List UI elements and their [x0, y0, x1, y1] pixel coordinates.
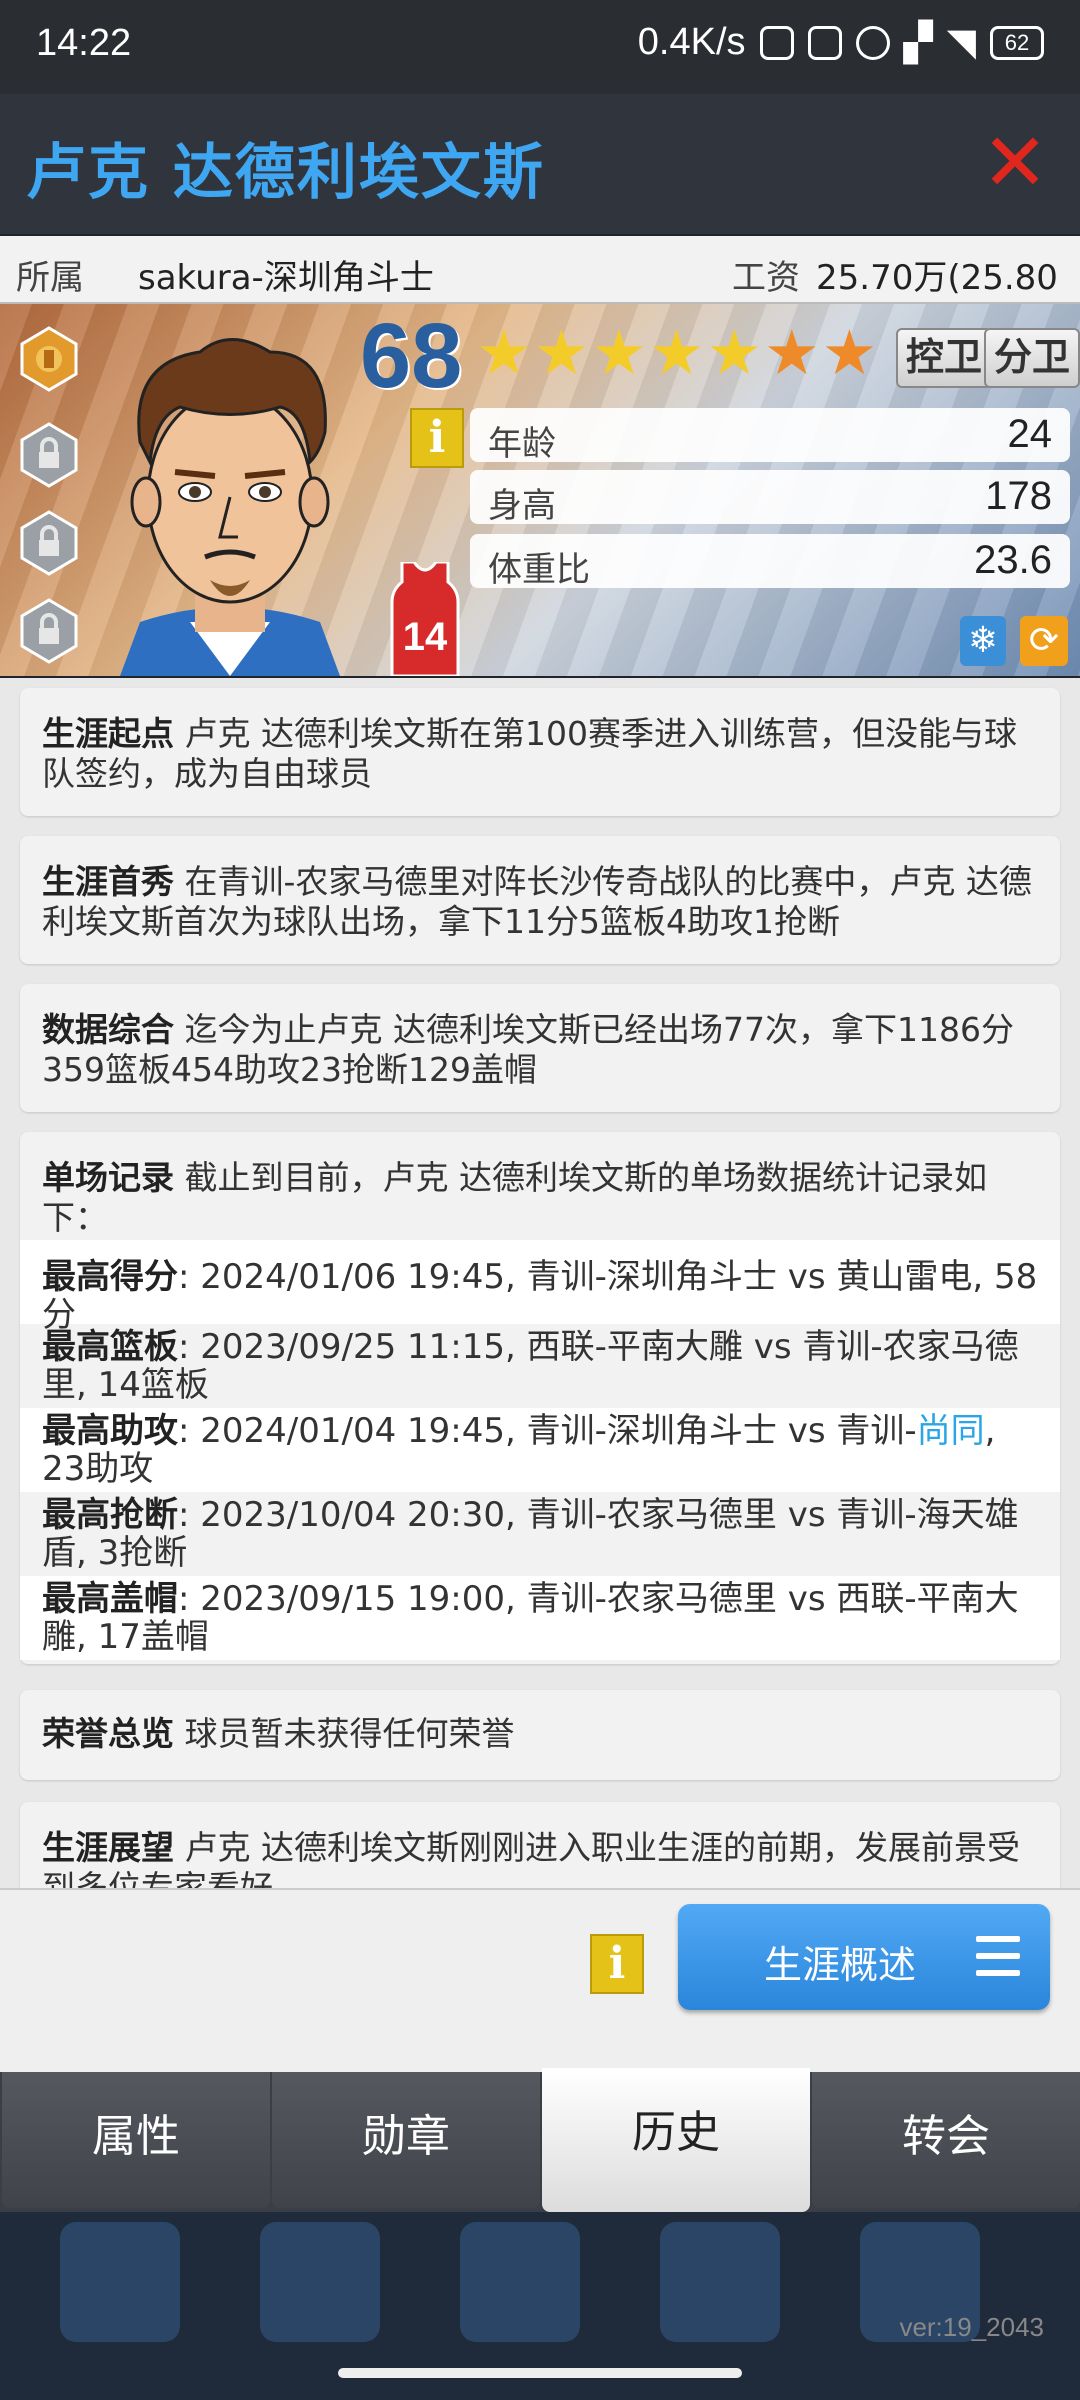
- medal-slot-gold-icon[interactable]: [20, 326, 78, 392]
- vibrate-icon: [807, 25, 842, 60]
- record-text: : 2023/09/25 11:15, 西联-平南大雕 vs 青训-农家马德里,…: [42, 1327, 1019, 1405]
- attr-label: 年龄: [488, 424, 556, 464]
- honors-panel: 荣誉总览 球员暂未获得任何荣誉: [20, 1690, 1060, 1780]
- attr-label: 身高: [488, 486, 556, 526]
- summary-panel: 数据综合 迄今为止卢克 达德利埃文斯已经出场77次，拿下1186分359篮板45…: [20, 984, 1060, 1112]
- signal-icon: ▞: [903, 22, 933, 64]
- panel-text: 卢克 达德利埃文斯在第100赛季进入训练营，但没能与球队签约，成为自由球员: [42, 714, 1017, 793]
- record-text: : 2024/01/04 19:45, 青训-深圳角斗士 vs 青训-: [178, 1411, 917, 1451]
- panel-heading: 生涯起点: [42, 714, 174, 753]
- star-half-icon: ★: [821, 316, 878, 389]
- team-link[interactable]: 尚同: [917, 1411, 985, 1451]
- panel-text: 截止到目前，卢克 达德利埃文斯的单场数据统计记录如下：: [42, 1158, 987, 1237]
- history-content[interactable]: 生涯起点 卢克 达德利埃文斯在第100赛季进入训练营，但没能与球队签约，成为自由…: [0, 678, 1080, 1888]
- star-full-icon: ★: [648, 316, 705, 389]
- status-bar: 14:22 0.4K/s ▞ ◥ 62: [0, 0, 1080, 94]
- jersey-icon: 14: [390, 562, 460, 676]
- team-name: sakura-深圳角斗士: [138, 258, 434, 298]
- panel-heading: 荣誉总览: [42, 1714, 174, 1753]
- player-name-title: 卢克 达德利埃文斯: [26, 138, 545, 208]
- panel-heading: 生涯首秀: [42, 862, 174, 901]
- nav-ghost-icon: [260, 2222, 380, 2342]
- clock-icon: [855, 25, 890, 60]
- locked-slot-icon[interactable]: [20, 598, 78, 664]
- wifi-icon: ◥: [946, 22, 976, 64]
- tab-history[interactable]: 历史: [542, 2068, 810, 2212]
- attr-label: 体重比: [488, 550, 590, 590]
- info-icon[interactable]: i: [590, 1934, 644, 1994]
- panel-text: 迄今为止卢克 达德利埃文斯已经出场77次，拿下1186分359篮板454助攻23…: [42, 1010, 1014, 1089]
- records-panel: 单场记录 截止到目前，卢克 达德利埃文斯的单场数据统计记录如下： 最高得分: 2…: [20, 1132, 1060, 1664]
- attr-value: 24: [1007, 412, 1053, 456]
- star-full-icon: ★: [533, 316, 590, 389]
- info-icon[interactable]: i: [410, 408, 464, 468]
- refresh-icon[interactable]: ⟳: [1020, 616, 1068, 666]
- debut-panel: 生涯首秀 在青训-农家马德里对阵长沙传奇战队的比赛中，卢克 达德利埃文斯首次为球…: [20, 836, 1060, 964]
- record-row: 最高篮板: 2023/09/25 11:15, 西联-平南大雕 vs 青训-农家…: [20, 1324, 1060, 1408]
- overall-rating: 68: [360, 305, 463, 407]
- position-badge-sg: 分卫: [984, 328, 1080, 388]
- record-text: : 2023/09/15 19:00, 青训-农家马德里 vs 西联-平南大雕,…: [42, 1579, 1019, 1657]
- position-badge-pg: 控卫: [896, 328, 993, 388]
- panel-heading: 生涯展望: [42, 1828, 174, 1867]
- status-icons: 0.4K/s ▞ ◥ 62: [638, 20, 1044, 65]
- affiliation-label: 所属: [16, 258, 84, 298]
- player-card: 68 ★ ★ ★ ★ ★ ★ ★ 控卫 分卫 i 年龄 24 身高 178 体重…: [0, 304, 1080, 676]
- star-full-icon: ★: [706, 316, 762, 389]
- career-overview-button[interactable]: 生涯概述: [678, 1904, 1050, 2010]
- tab-medals[interactable]: 勋章: [272, 2072, 540, 2208]
- record-row: 最高得分: 2024/01/06 19:45, 青训-深圳角斗士 vs 黄山雷电…: [20, 1240, 1060, 1334]
- page-header: 卢克 达德利埃文斯 ✕: [0, 94, 1080, 234]
- career-overview-label: 生涯概述: [764, 1943, 917, 1987]
- record-key: 最高盖帽: [42, 1579, 178, 1619]
- bottom-tabs: 属性 勋章 历史 转会: [0, 2068, 1080, 2212]
- battery-icon: 62: [990, 25, 1044, 60]
- close-icon[interactable]: ✕: [980, 123, 1050, 203]
- attr-row-weight-ratio: 体重比 23.6: [470, 534, 1070, 590]
- salary-label: 工资: [732, 258, 800, 298]
- nav-ghost-icon: [660, 2222, 780, 2342]
- record-key: 最高助攻: [42, 1411, 178, 1451]
- attr-row-height: 身高 178: [470, 470, 1070, 526]
- panel-heading: 单场记录: [42, 1158, 174, 1197]
- career-start-panel: 生涯起点 卢克 达德利埃文斯在第100赛季进入训练营，但没能与球队签约，成为自由…: [20, 688, 1060, 816]
- home-indicator[interactable]: [338, 2368, 742, 2378]
- locked-slot-icon[interactable]: [20, 510, 78, 576]
- nav-ghost-icon: [60, 2222, 180, 2342]
- record-key: 最高得分: [42, 1257, 178, 1297]
- locked-slot-icon[interactable]: [20, 422, 78, 488]
- status-time: 14:22: [36, 22, 132, 64]
- snowflake-icon[interactable]: ❄: [960, 616, 1006, 666]
- version-label: ver:19_2043: [899, 2312, 1044, 2342]
- panel-text: 球员暂未获得任何荣誉: [184, 1714, 515, 1753]
- record-key: 最高篮板: [42, 1327, 178, 1367]
- nav-ghost-icon: [460, 2222, 580, 2342]
- panel-heading: 数据综合: [42, 1010, 174, 1049]
- player-avatar: [120, 338, 340, 676]
- attr-row-age: 年龄 24: [470, 408, 1070, 464]
- star-rating: ★ ★ ★ ★ ★ ★ ★: [476, 322, 877, 384]
- menu-icon: [976, 1936, 1020, 1980]
- attr-value: 178: [985, 474, 1052, 518]
- record-row: 最高助攻: 2024/01/04 19:45, 青训-深圳角斗士 vs 青训-尚…: [20, 1408, 1060, 1492]
- star-full-icon: ★: [591, 316, 647, 389]
- outlook-panel: 生涯展望 卢克 达德利埃文斯刚刚进入职业生涯的前期，发展前景受到多位专家看好: [20, 1802, 1060, 1888]
- star-half-icon: ★: [763, 316, 820, 389]
- star-full-icon: ★: [476, 316, 532, 389]
- record-key: 最高抢断: [42, 1495, 178, 1535]
- affiliation-row: 所属 sakura-深圳角斗士 工资 25.70万(25.80万): [0, 236, 1080, 347]
- nfc-icon: [759, 25, 794, 60]
- tab-attributes[interactable]: 属性: [2, 2072, 270, 2208]
- panel-text: 卢克 达德利埃文斯刚刚进入职业生涯的前期，发展前景受到多位专家看好: [42, 1828, 1020, 1888]
- record-row: 最高盖帽: 2023/09/15 19:00, 青训-农家马德里 vs 西联-平…: [20, 1576, 1060, 1660]
- panel-text: 在青训-农家马德里对阵长沙传奇战队的比赛中，卢克 达德利埃文斯首次为球队出场，拿…: [42, 862, 1032, 941]
- jersey-number: 14: [403, 615, 448, 659]
- action-bar: i 生涯概述: [0, 1888, 1080, 2074]
- record-row: 最高抢断: 2023/10/04 20:30, 青训-农家马德里 vs 青训-海…: [20, 1492, 1060, 1576]
- record-text: : 2023/10/04 20:30, 青训-农家马德里 vs 青训-海天雄盾,…: [42, 1495, 1019, 1573]
- tab-transfer[interactable]: 转会: [812, 2072, 1080, 2208]
- network-speed: 0.4K/s: [637, 21, 746, 63]
- attr-value: 23.6: [974, 538, 1052, 582]
